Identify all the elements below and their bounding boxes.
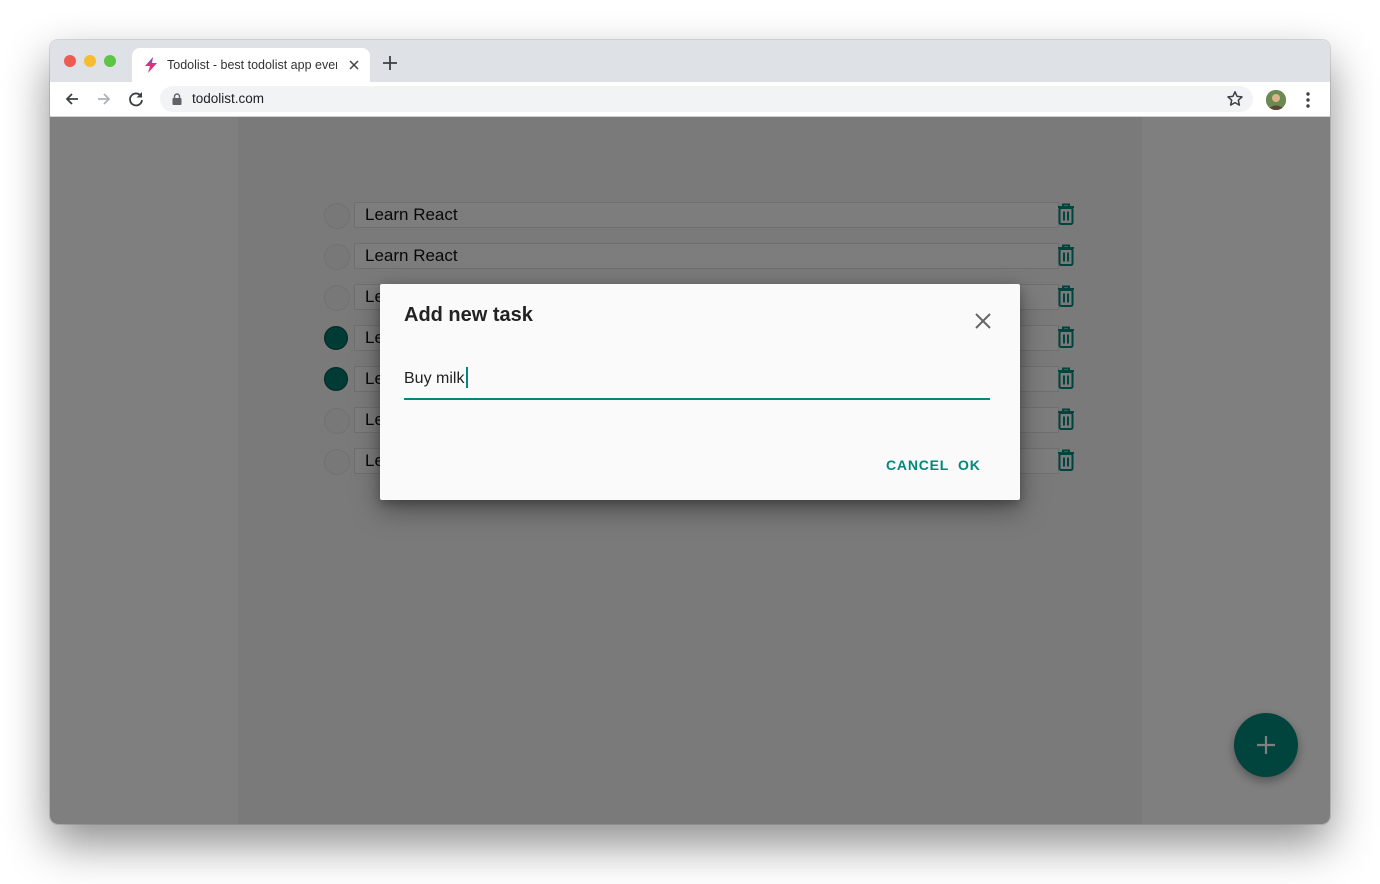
- title-bar: Todolist - best todolist app ever: [50, 40, 1330, 82]
- browser-toolbar: todolist.com: [50, 82, 1330, 117]
- lock-icon: [172, 93, 182, 105]
- ok-button[interactable]: OK: [958, 457, 981, 473]
- favicon-icon: [145, 57, 157, 73]
- tab-title: Todolist - best todolist app ever: [167, 58, 337, 72]
- maximize-window-button[interactable]: [104, 55, 116, 67]
- task-input-value: Buy milk: [404, 370, 465, 387]
- page-content: Learn ReactLearn ReactLeLeLeLeLe Add new…: [50, 117, 1330, 824]
- cancel-button[interactable]: CANCEL: [886, 457, 949, 473]
- url-text: todolist.com: [192, 91, 265, 106]
- browser-tab[interactable]: Todolist - best todolist app ever: [132, 48, 370, 82]
- address-bar[interactable]: todolist.com: [160, 86, 1253, 112]
- browser-window: Todolist - best todolist app ever todoli…: [50, 40, 1330, 824]
- close-icon[interactable]: [972, 310, 994, 332]
- text-caret: [466, 367, 469, 388]
- profile-avatar[interactable]: [1266, 90, 1286, 110]
- dialog-title: Add new task: [404, 304, 533, 326]
- minimize-window-button[interactable]: [84, 55, 96, 67]
- reload-icon[interactable]: [126, 89, 146, 109]
- new-tab-icon[interactable]: [380, 53, 400, 73]
- more-menu-icon[interactable]: [1300, 90, 1316, 110]
- back-arrow-icon[interactable]: [62, 89, 82, 109]
- bookmark-star-icon[interactable]: [1226, 90, 1244, 108]
- add-task-dialog: Add new task Buy milk CANCEL OK: [380, 284, 1020, 500]
- close-window-button[interactable]: [64, 55, 76, 67]
- tab-close-icon[interactable]: [345, 56, 363, 74]
- forward-arrow-icon[interactable]: [94, 89, 114, 109]
- task-input-field[interactable]: Buy milk: [404, 364, 990, 400]
